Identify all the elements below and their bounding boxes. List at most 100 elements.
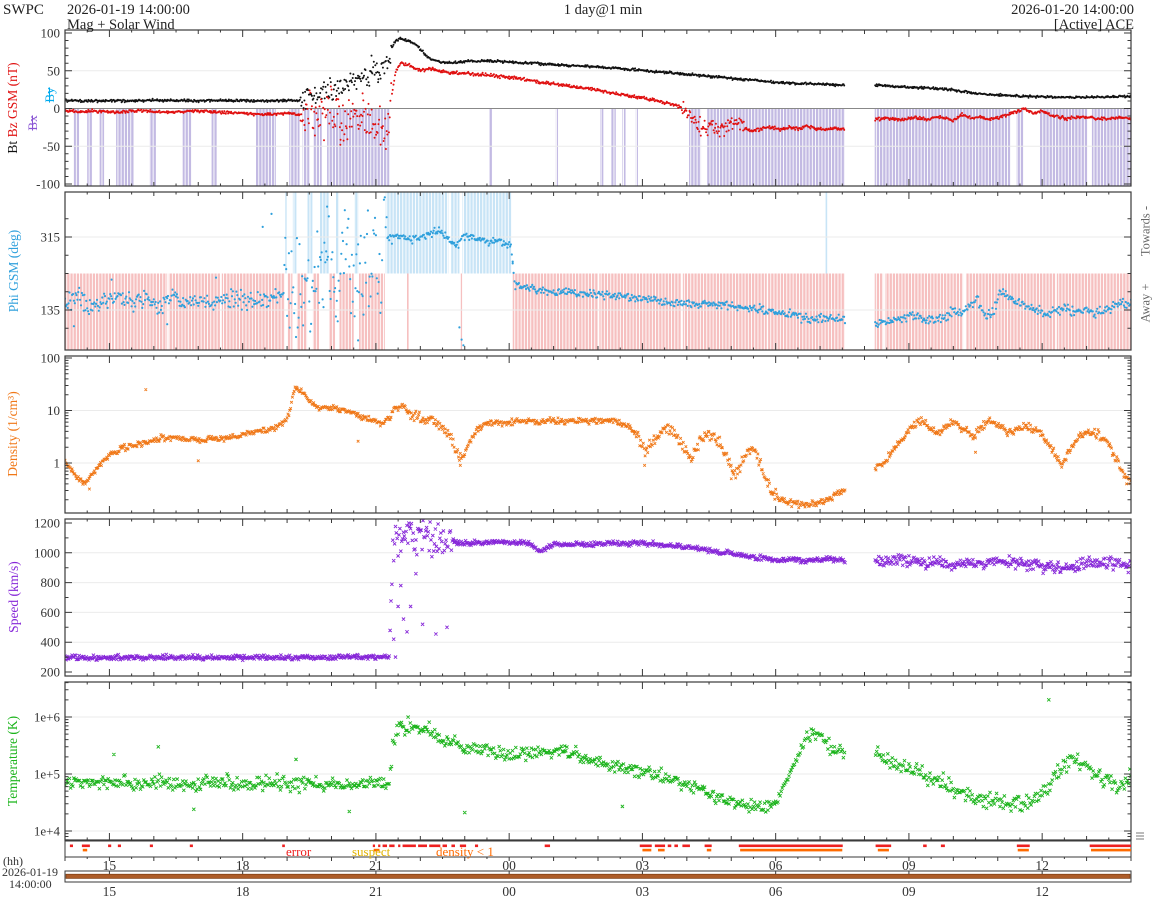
mag-tick-label: -50 — [43, 139, 60, 154]
bz-axis-label: Bz GSM (nT) — [5, 62, 20, 137]
bt-axis-label: Bt — [5, 141, 20, 154]
error-flag-mark — [545, 845, 550, 848]
away-shading-band — [407, 274, 409, 350]
hour-label: 18 — [236, 884, 250, 898]
density-flag-mark — [707, 849, 711, 852]
away-shading-band — [513, 274, 598, 350]
away-shading-band — [683, 274, 767, 350]
away-shading-band — [65, 274, 114, 350]
below-zero-shading-band — [1092, 109, 1131, 187]
hour-label: 09 — [902, 884, 916, 898]
speed-tick-label: 400 — [41, 635, 61, 650]
speed-tick-label: 1200 — [34, 516, 60, 531]
flag-strip — [65, 841, 1131, 861]
away-shading-band — [168, 274, 220, 350]
speed-tick-label: 200 — [41, 665, 61, 680]
away-shading-band — [313, 274, 319, 350]
density-flag-mark — [658, 849, 665, 852]
away-sector-label: Away + — [1139, 284, 1154, 323]
error-flag-mark — [682, 845, 690, 848]
density-tick-label: 10 — [47, 403, 60, 418]
mag-axis-label: Bt Bz GSM (nT) — [5, 62, 21, 153]
panel-temperature: 1e+6 1e+5 1e+4 — [34, 682, 1133, 840]
speed-series — [63, 514, 1132, 662]
towards-shading-band — [354, 192, 358, 274]
error-legend-label: error — [286, 844, 311, 860]
below-zero-shading-band — [87, 109, 92, 187]
below-zero-shading-band — [212, 109, 217, 187]
bx-toggle-label[interactable]: Bx — [25, 115, 41, 130]
phi-tick-label: 315 — [41, 230, 61, 245]
error-flag-mark — [640, 845, 652, 848]
below-zero-shading-band — [636, 109, 638, 187]
temperature-tick-label: 1e+5 — [34, 767, 60, 782]
density-flag-mark — [878, 849, 889, 852]
error-flag-mark — [1017, 845, 1030, 848]
density-flag-legend-label: density < 1 — [436, 844, 494, 860]
density-flag-mark — [83, 849, 87, 852]
resize-grip-icon — [1136, 833, 1144, 839]
error-flag-mark — [739, 845, 843, 848]
density-flag-mark — [1018, 849, 1029, 852]
towards-sector-label: Towards - — [1139, 206, 1154, 256]
mag-tick-label: 50 — [47, 63, 60, 78]
hour-label: 00 — [502, 884, 516, 898]
hour-label: 15 — [103, 884, 117, 898]
axis-start-time-label: 14:00:00 — [9, 877, 52, 892]
error-flag-mark — [674, 845, 678, 848]
source-status-label: [Active] ACE — [1054, 17, 1134, 34]
towards-shading-band — [320, 192, 329, 274]
plot-canvas: 100500-50-100315135100101120010008006004… — [0, 0, 1158, 898]
towards-shading-band — [451, 192, 460, 274]
mag-tick-label: 100 — [41, 26, 61, 41]
density-axis-label: Density (1/cm³) — [5, 391, 21, 476]
error-flag-mark — [941, 845, 945, 848]
error-flag-mark — [1090, 845, 1131, 848]
error-flag-mark — [70, 845, 73, 848]
towards-shading-band — [825, 192, 827, 274]
below-zero-shading-band — [556, 109, 558, 187]
by-toggle-label[interactable]: By — [42, 87, 58, 102]
density-flag-mark — [1091, 849, 1131, 852]
towards-shading-band — [463, 192, 512, 274]
below-zero-shading-band — [74, 109, 79, 187]
temperature-tick-label: 1e+4 — [34, 824, 61, 839]
plot-subtitle: Mag + Solar Wind — [67, 17, 175, 34]
hour-axis-bottom: 1518210003060912 — [103, 884, 1049, 898]
away-shading-band — [599, 274, 681, 350]
error-flag-mark — [190, 845, 193, 848]
error-flag-mark — [150, 845, 153, 848]
density-tick-label: 1 — [54, 456, 61, 471]
speed-tick-label: 1000 — [34, 545, 60, 560]
error-flag-mark — [108, 845, 111, 848]
temperature-tick-label: 1e+6 — [34, 710, 61, 725]
away-shading-band — [339, 274, 353, 350]
speed-tick-label: 800 — [41, 575, 61, 590]
towards-shading-band — [293, 192, 297, 274]
speed-axis-label: Speed (km/s) — [6, 561, 22, 633]
below-zero-shading-band — [256, 109, 276, 187]
density-flag-mark — [642, 849, 651, 852]
hour-label: 21 — [369, 884, 383, 898]
mag-tick-label: 0 — [54, 101, 61, 116]
panel-phi: 315135 — [41, 183, 1132, 350]
error-flag-mark — [705, 845, 712, 848]
below-zero-shading-band — [489, 109, 492, 187]
away-shading-band — [359, 274, 385, 350]
below-zero-shading-band — [1016, 109, 1023, 187]
error-flag-mark — [655, 845, 665, 848]
error-flag-mark — [876, 845, 892, 848]
bt-series — [65, 38, 1130, 109]
temperature-axis-label: Temperature (K) — [5, 716, 21, 806]
phi-axis-label: Phi GSM (deg) — [6, 230, 22, 313]
error-flag-mark — [668, 845, 672, 848]
towards-shading-band — [386, 192, 449, 274]
away-shading-band — [875, 274, 883, 350]
below-zero-shading-band — [611, 109, 615, 187]
away-shading-band — [329, 274, 335, 350]
mag-tick-label: -100 — [36, 177, 60, 192]
speed-tick-label: 600 — [41, 605, 61, 620]
error-flag-mark — [923, 845, 927, 848]
below-zero-shading-band — [149, 109, 156, 187]
error-flag-mark — [403, 845, 416, 848]
